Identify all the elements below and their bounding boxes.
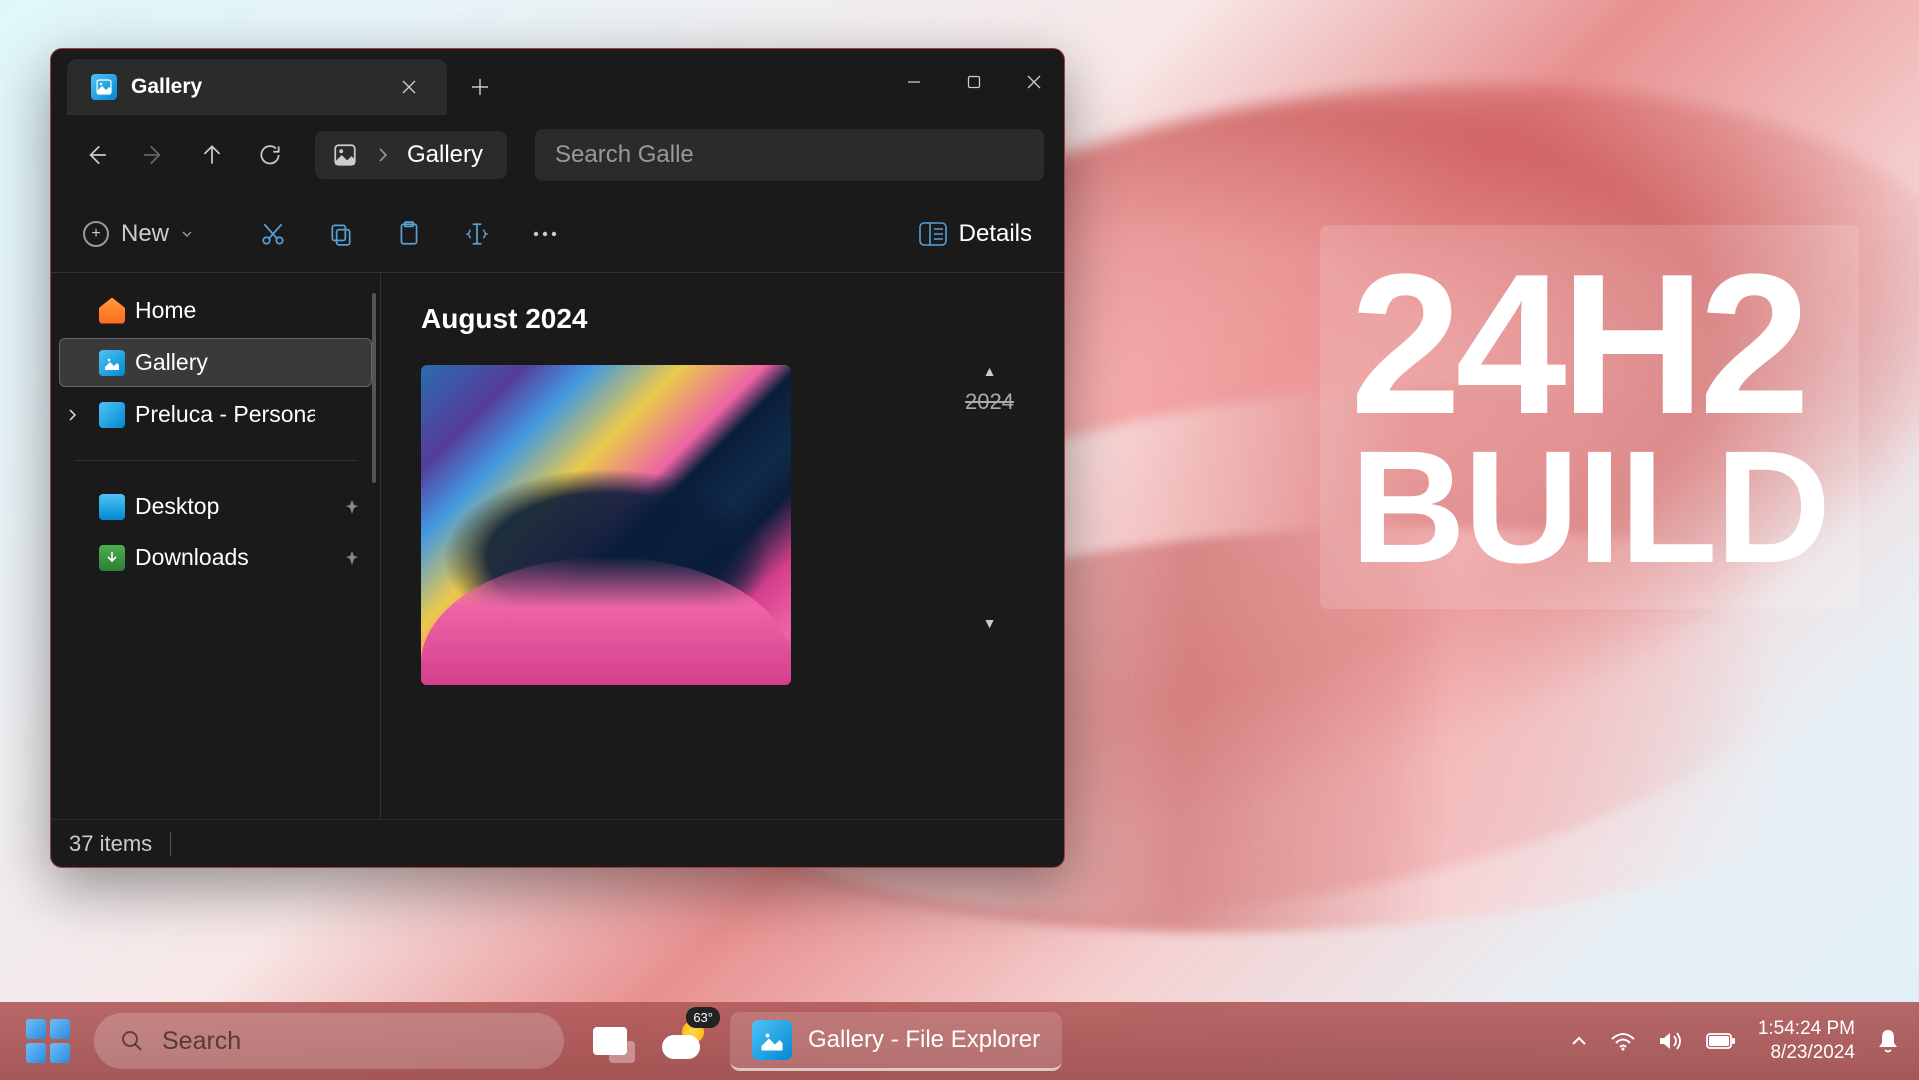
content-pane: August 2024 ▲ 2024 ▼	[381, 273, 1064, 819]
taskbar-search[interactable]: Search	[94, 1013, 564, 1069]
up-button[interactable]	[187, 130, 237, 180]
toolbar: + New Details	[51, 195, 1064, 273]
navbar: Gallery Search Galle	[51, 115, 1064, 195]
downloads-folder-icon	[99, 545, 125, 571]
copy-button[interactable]	[311, 209, 371, 259]
timeline-up-icon[interactable]: ▲	[983, 363, 997, 379]
sidebar-scrollbar[interactable]	[372, 293, 376, 483]
onedrive-icon	[99, 402, 125, 428]
file-explorer-window: Gallery	[50, 48, 1065, 868]
tab-title: Gallery	[131, 75, 381, 99]
date: 8/23/2024	[1758, 1041, 1855, 1065]
details-icon	[919, 222, 947, 246]
taskbar: Search 63° Gallery - File Explorer 1:54:…	[0, 1002, 1919, 1080]
sidebar: Home Gallery Preluca - Persona Desktop	[51, 273, 381, 819]
desktop-folder-icon	[99, 494, 125, 520]
status-bar: 37 items	[51, 819, 1064, 867]
gallery-icon	[91, 74, 117, 100]
task-view-button[interactable]	[582, 1013, 638, 1069]
section-heading: August 2024	[421, 303, 1024, 335]
sidebar-item-desktop[interactable]: Desktop	[59, 483, 372, 530]
home-icon	[99, 298, 125, 324]
chevron-right-icon[interactable]	[67, 408, 77, 422]
clock[interactable]: 1:54:24 PM 8/23/2024	[1758, 1017, 1855, 1065]
back-button[interactable]	[71, 130, 121, 180]
timeline-down-icon[interactable]: ▼	[983, 615, 997, 631]
overlay-line2: BUILD	[1350, 435, 1829, 579]
forward-button[interactable]	[129, 130, 179, 180]
more-button[interactable]	[515, 209, 575, 259]
chevron-down-icon	[181, 229, 193, 239]
sidebar-item-downloads[interactable]: Downloads	[59, 534, 372, 581]
pin-icon[interactable]	[344, 550, 360, 566]
rename-button[interactable]	[447, 209, 507, 259]
start-button[interactable]	[20, 1013, 76, 1069]
timeline-scrubber[interactable]: ▲ 2024 ▼	[965, 363, 1014, 631]
timeline-year: 2024	[965, 389, 1014, 415]
view-details-button[interactable]: Details	[905, 212, 1046, 256]
gallery-icon	[99, 350, 125, 376]
sidebar-item-home[interactable]: Home	[59, 287, 372, 334]
breadcrumb-current[interactable]: Gallery	[407, 141, 483, 169]
tab-close-button[interactable]	[395, 73, 423, 101]
task-view-icon	[593, 1027, 627, 1055]
new-button[interactable]: + New	[69, 212, 207, 256]
overlay-banner: 24H2 BUILD	[1320, 225, 1859, 609]
taskbar-app-label: Gallery - File Explorer	[808, 1026, 1040, 1054]
weather-widget[interactable]: 63°	[656, 1013, 712, 1069]
battery-icon[interactable]	[1706, 1032, 1736, 1050]
notifications-button[interactable]	[1877, 1028, 1899, 1054]
refresh-button[interactable]	[245, 130, 295, 180]
new-tab-button[interactable]	[447, 59, 513, 115]
breadcrumb[interactable]: Gallery	[315, 131, 507, 179]
item-count: 37 items	[69, 831, 152, 857]
image-thumbnail[interactable]	[421, 365, 791, 685]
volume-icon[interactable]	[1658, 1030, 1684, 1052]
minimize-button[interactable]	[884, 49, 944, 115]
weather-temp: 63°	[686, 1007, 720, 1028]
overlay-line1: 24H2	[1350, 255, 1829, 435]
search-placeholder: Search	[162, 1027, 241, 1056]
search-input[interactable]: Search Galle	[535, 129, 1044, 181]
maximize-button[interactable]	[944, 49, 1004, 115]
wifi-icon[interactable]	[1610, 1031, 1636, 1051]
sidebar-item-gallery[interactable]: Gallery	[59, 338, 372, 387]
close-button[interactable]	[1004, 49, 1064, 115]
search-icon	[120, 1029, 144, 1053]
tray-overflow-button[interactable]	[1570, 1034, 1588, 1048]
chevron-right-icon[interactable]	[377, 147, 389, 163]
paste-button[interactable]	[379, 209, 439, 259]
view-label: Details	[959, 220, 1032, 248]
sidebar-divider	[75, 460, 356, 461]
gallery-path-icon	[331, 141, 359, 169]
tab-gallery[interactable]: Gallery	[67, 59, 447, 115]
sidebar-item-onedrive[interactable]: Preluca - Persona	[59, 391, 372, 438]
time: 1:54:24 PM	[1758, 1017, 1855, 1041]
pin-icon[interactable]	[344, 499, 360, 515]
plus-circle-icon: +	[83, 221, 109, 247]
taskbar-app-file-explorer[interactable]: Gallery - File Explorer	[730, 1012, 1062, 1071]
new-label: New	[121, 220, 169, 248]
file-explorer-icon	[752, 1020, 792, 1060]
titlebar[interactable]: Gallery	[51, 49, 1064, 115]
cut-button[interactable]	[243, 209, 303, 259]
system-tray: 1:54:24 PM 8/23/2024	[1570, 1017, 1899, 1065]
